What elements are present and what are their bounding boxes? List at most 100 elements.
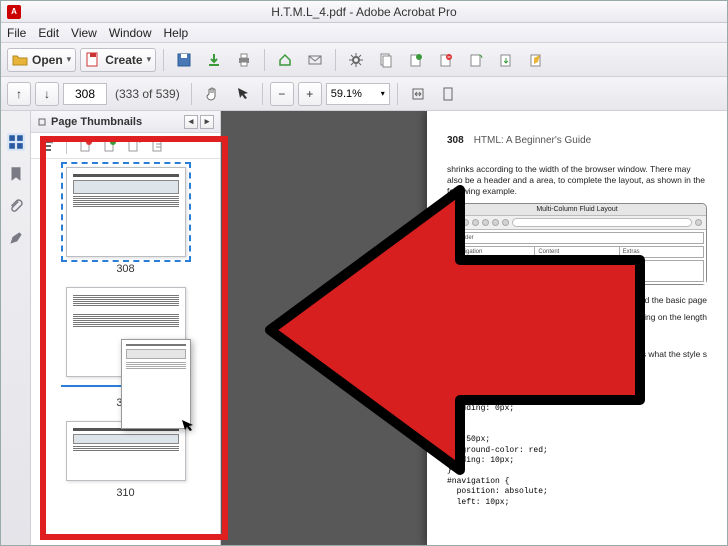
- document-area[interactable]: 308 HTML: A Beginner's Guide shrinks acc…: [221, 111, 727, 545]
- share-button[interactable]: [272, 48, 298, 72]
- rotate-button[interactable]: [463, 48, 489, 72]
- drag-ghost-thumbnail: [121, 339, 191, 429]
- menubar: File Edit View Window Help: [1, 23, 727, 43]
- layout-footer: Footer: [450, 260, 704, 282]
- hand-tool-button[interactable]: [199, 82, 225, 106]
- signatures-tab[interactable]: [7, 229, 25, 247]
- page-up-button[interactable]: ↑: [7, 82, 31, 106]
- nav-dot-icon: [472, 219, 479, 226]
- zoom-value: 59.1%: [331, 88, 362, 100]
- replace-icon: [408, 52, 424, 68]
- zoom-select[interactable]: 59.1%▾: [326, 83, 390, 105]
- email-button[interactable]: [302, 48, 328, 72]
- layout-content: Content: [535, 247, 619, 257]
- thumbnails-panel: Page Thumbnails ◂ ▸: [31, 111, 221, 545]
- body: Page Thumbnails ◂ ▸: [1, 111, 727, 545]
- pages-button[interactable]: [373, 48, 399, 72]
- page-down-button[interactable]: ↓: [35, 82, 59, 106]
- save-button[interactable]: [171, 48, 197, 72]
- para-2b: ylesheet somewhat, depending on the leng…: [447, 312, 707, 323]
- replace-page-icon: [150, 138, 166, 154]
- layout-columns: Navigation Content Extras: [450, 246, 704, 258]
- collapse-icon[interactable]: [37, 117, 47, 127]
- page-number: 308: [447, 135, 464, 146]
- select-tool-button[interactable]: [229, 82, 255, 106]
- menu-window[interactable]: Window: [109, 26, 152, 40]
- nav-dot-icon: [462, 219, 469, 226]
- page-number-input[interactable]: [63, 83, 107, 105]
- document-page: 308 HTML: A Beginner's Guide shrinks acc…: [427, 111, 727, 545]
- browser-title: Multi-Column Fluid Layout: [448, 204, 706, 216]
- menu-help[interactable]: Help: [164, 26, 189, 40]
- nav-dot-icon: [452, 219, 459, 226]
- thumbnails-toolbar: [31, 133, 220, 159]
- share-icon: [277, 52, 293, 68]
- example-browser: Multi-Column Fluid Layout Header Navigat…: [447, 203, 707, 285]
- cursor-icon: [234, 86, 250, 102]
- layout-header: Header: [450, 232, 704, 244]
- fit-page-button[interactable]: [435, 82, 461, 106]
- print-button[interactable]: [231, 48, 257, 72]
- extract-icon: [498, 52, 514, 68]
- replace-button[interactable]: [403, 48, 429, 72]
- thumbnails-header: Page Thumbnails ◂ ▸: [31, 111, 220, 133]
- nav-dot-icon: [502, 219, 509, 226]
- url-bar: [512, 218, 692, 227]
- thumb-options-button[interactable]: [39, 138, 55, 154]
- bookmarks-tab[interactable]: [7, 165, 25, 183]
- bookmark-icon: [7, 165, 25, 183]
- thumbnails-icon: [7, 133, 25, 151]
- extract-button[interactable]: [493, 48, 519, 72]
- menu-edit[interactable]: Edit: [38, 26, 59, 40]
- thumb-insert-button[interactable]: [126, 138, 142, 154]
- pdf-icon: A: [7, 5, 21, 19]
- page-count-label: (333 of 539): [115, 87, 180, 101]
- open-button[interactable]: Open: [7, 48, 76, 72]
- thumb-next-button[interactable]: ▸: [200, 115, 214, 129]
- thumb-prev-button[interactable]: ◂: [184, 115, 198, 129]
- attachments-tab[interactable]: [7, 197, 25, 215]
- page-title: HTML: A Beginner's Guide: [474, 135, 592, 146]
- export-icon: [206, 52, 222, 68]
- nav-dot-icon: [492, 219, 499, 226]
- fit-width-button[interactable]: [405, 82, 431, 106]
- create-icon: [85, 52, 101, 68]
- menu-file[interactable]: File: [7, 26, 26, 40]
- menu-view[interactable]: View: [71, 26, 97, 40]
- toolbar-main: Open Create: [1, 43, 727, 77]
- minus-icon: −: [278, 87, 285, 101]
- zoom-in-button[interactable]: +: [298, 82, 322, 106]
- edit-button[interactable]: [523, 48, 549, 72]
- export-button[interactable]: [201, 48, 227, 72]
- arrow-up-icon: ↑: [16, 87, 22, 101]
- create-label: Create: [105, 53, 142, 67]
- gear-button[interactable]: [343, 48, 369, 72]
- zoom-out-button[interactable]: −: [270, 82, 294, 106]
- fit-width-icon: [410, 86, 426, 102]
- titlebar: A H.T.M.L_4.pdf - Adobe Acrobat Pro: [1, 1, 727, 23]
- thumb-replace-button[interactable]: [150, 138, 166, 154]
- gear-icon: [348, 52, 364, 68]
- folder-icon: [12, 52, 28, 68]
- thumbnails-tab[interactable]: [7, 133, 25, 151]
- code-block: y { margin: 10px 10px 0px 10px; adding: …: [447, 383, 707, 508]
- thumb-label-310: 310: [116, 487, 134, 499]
- toolbar-nav: ↑ ↓ (333 of 539) − + 59.1%▾: [1, 77, 727, 111]
- insert-page-icon: [126, 138, 142, 154]
- thumbnails-list[interactable]: 308 309 310: [31, 159, 220, 545]
- pen-icon: [7, 229, 25, 247]
- delete-page-button[interactable]: [433, 48, 459, 72]
- create-button[interactable]: Create: [80, 48, 156, 72]
- layout-nav: Navigation: [451, 247, 535, 257]
- edit-icon: [528, 52, 544, 68]
- rotate-page-icon: [102, 138, 118, 154]
- thumbnail-308[interactable]: [66, 167, 186, 257]
- fit-page-icon: [440, 86, 456, 102]
- thumb-label-308: 308: [116, 263, 134, 275]
- thumb-delete-button[interactable]: [78, 138, 94, 154]
- thumbnail-310[interactable]: [66, 421, 186, 481]
- layout-extras: Extras: [620, 247, 703, 257]
- thumb-rotate-button[interactable]: [102, 138, 118, 154]
- nav-dot-icon: [695, 219, 702, 226]
- open-label: Open: [32, 53, 63, 67]
